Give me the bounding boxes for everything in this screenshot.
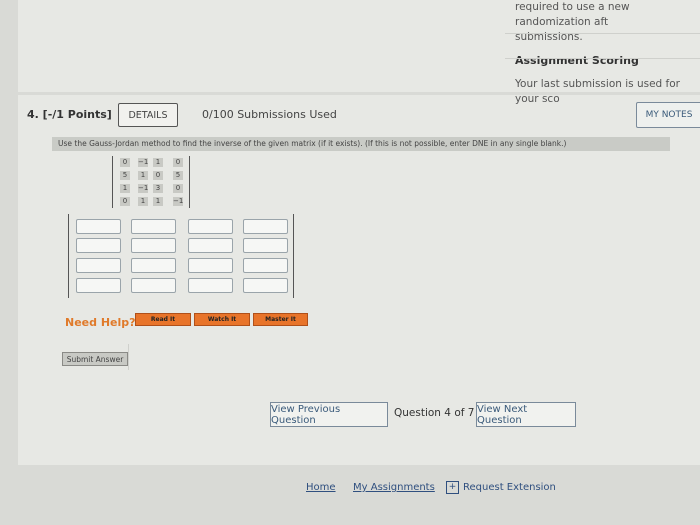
answer-input[interactable]: [131, 278, 176, 293]
matrix-cell: 1: [153, 158, 163, 167]
given-matrix: 0 −1 1 0 5 1 0 5 1 −1 3 0 0 1 1 −1: [112, 156, 190, 208]
previous-question-button[interactable]: View Previous Question: [270, 402, 388, 427]
divider: [128, 344, 129, 370]
answer-matrix: [68, 214, 294, 298]
answer-input[interactable]: [76, 219, 121, 234]
divider: [505, 33, 700, 34]
my-notes-button[interactable]: MY NOTES: [636, 102, 700, 128]
details-button[interactable]: DETAILS: [118, 103, 178, 127]
matrix-cell: −1: [138, 158, 149, 167]
answer-input[interactable]: [188, 258, 233, 273]
answer-input[interactable]: [76, 278, 121, 293]
matrix-cell: 1: [153, 197, 163, 206]
watch-it-button[interactable]: Watch It: [194, 313, 250, 326]
matrix-cell: 3: [153, 184, 163, 193]
answer-input[interactable]: [243, 258, 288, 273]
divider: [505, 58, 700, 59]
matrix-cell: 0: [153, 171, 163, 180]
answer-input[interactable]: [76, 258, 121, 273]
answer-input[interactable]: [188, 238, 233, 253]
top-info: required to use a new randomization aft …: [515, 0, 700, 107]
question-prompt: Use the Gauss-Jordan method to find the …: [52, 137, 670, 151]
matrix-cell: −1: [173, 197, 184, 206]
matrix-cell: 5: [120, 171, 130, 180]
answer-input[interactable]: [188, 219, 233, 234]
question-position: Question 4 of 7: [394, 407, 475, 419]
matrix-cell: 5: [173, 171, 183, 180]
answer-input[interactable]: [131, 238, 176, 253]
matrix-cell: 1: [138, 197, 148, 206]
randomization-note-line1: required to use a new randomization aft: [515, 1, 630, 28]
answer-input[interactable]: [243, 219, 288, 234]
submit-answer-button[interactable]: Submit Answer: [62, 352, 128, 366]
home-link[interactable]: Home: [306, 482, 336, 493]
answer-input[interactable]: [131, 258, 176, 273]
matrix-cell: 1: [120, 184, 130, 193]
matrix-cell: 0: [173, 184, 183, 193]
matrix-cell: −1: [138, 184, 149, 193]
answer-input[interactable]: [243, 278, 288, 293]
master-it-button[interactable]: Master It: [253, 313, 308, 326]
matrix-cell: 0: [173, 158, 183, 167]
read-it-button[interactable]: Read It: [135, 313, 191, 326]
plus-icon: +: [446, 481, 459, 494]
request-extension-link[interactable]: Request Extension: [463, 482, 556, 493]
matrix-cell: 1: [138, 171, 148, 180]
scoring-title: Assignment Scoring: [515, 54, 639, 67]
question-header: 4. [-/1 Points]: [27, 108, 112, 121]
need-help-label: Need Help?: [65, 316, 136, 329]
answer-input[interactable]: [188, 278, 233, 293]
submissions-used: 0/100 Submissions Used: [202, 108, 337, 121]
matrix-cell: 0: [120, 158, 130, 167]
matrix-cell: 0: [120, 197, 130, 206]
my-assignments-link[interactable]: My Assignments: [353, 482, 435, 493]
answer-input[interactable]: [243, 238, 288, 253]
answer-input[interactable]: [76, 238, 121, 253]
answer-input[interactable]: [131, 219, 176, 234]
next-question-button[interactable]: View Next Question: [476, 402, 576, 427]
